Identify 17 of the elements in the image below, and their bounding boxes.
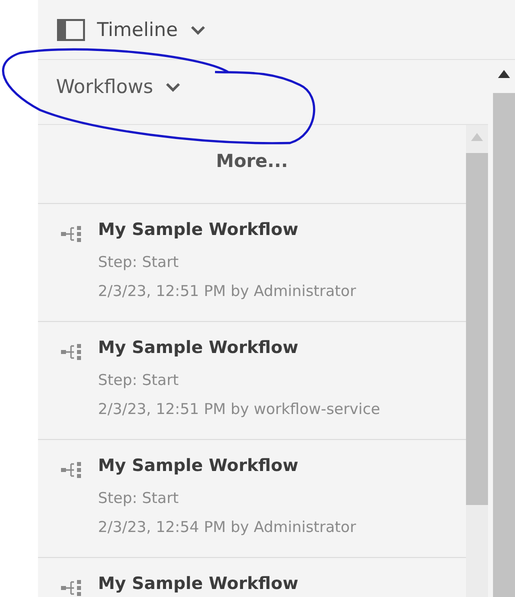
chevron-down-icon [165, 82, 182, 92]
workflow-meta: 2/3/23, 12:51 PM by Administrator [98, 281, 356, 301]
workflow-title: My Sample Workflow [98, 338, 300, 358]
workflow-step: Step: Start [98, 370, 380, 390]
scroll-up-icon [498, 70, 510, 78]
workflow-step: Step: Start [98, 252, 356, 272]
panel-icon [57, 18, 85, 40]
list-scrollbar[interactable] [466, 125, 488, 597]
workflow-meta: 2/3/23, 12:51 PM by workflow-service [98, 399, 380, 419]
workflow-step: Step: Start [98, 488, 356, 508]
workflow-title: My Sample Workflow [98, 574, 298, 594]
timeline-title: Timeline [97, 18, 178, 40]
chevron-down-icon [190, 24, 206, 34]
workflow-title: My Sample Workflow [98, 220, 300, 240]
scroll-up-icon [471, 133, 483, 141]
workflow-meta: 2/3/23, 12:54 PM by Administrator [98, 517, 356, 537]
workflow-title: My Sample Workflow [98, 456, 300, 476]
